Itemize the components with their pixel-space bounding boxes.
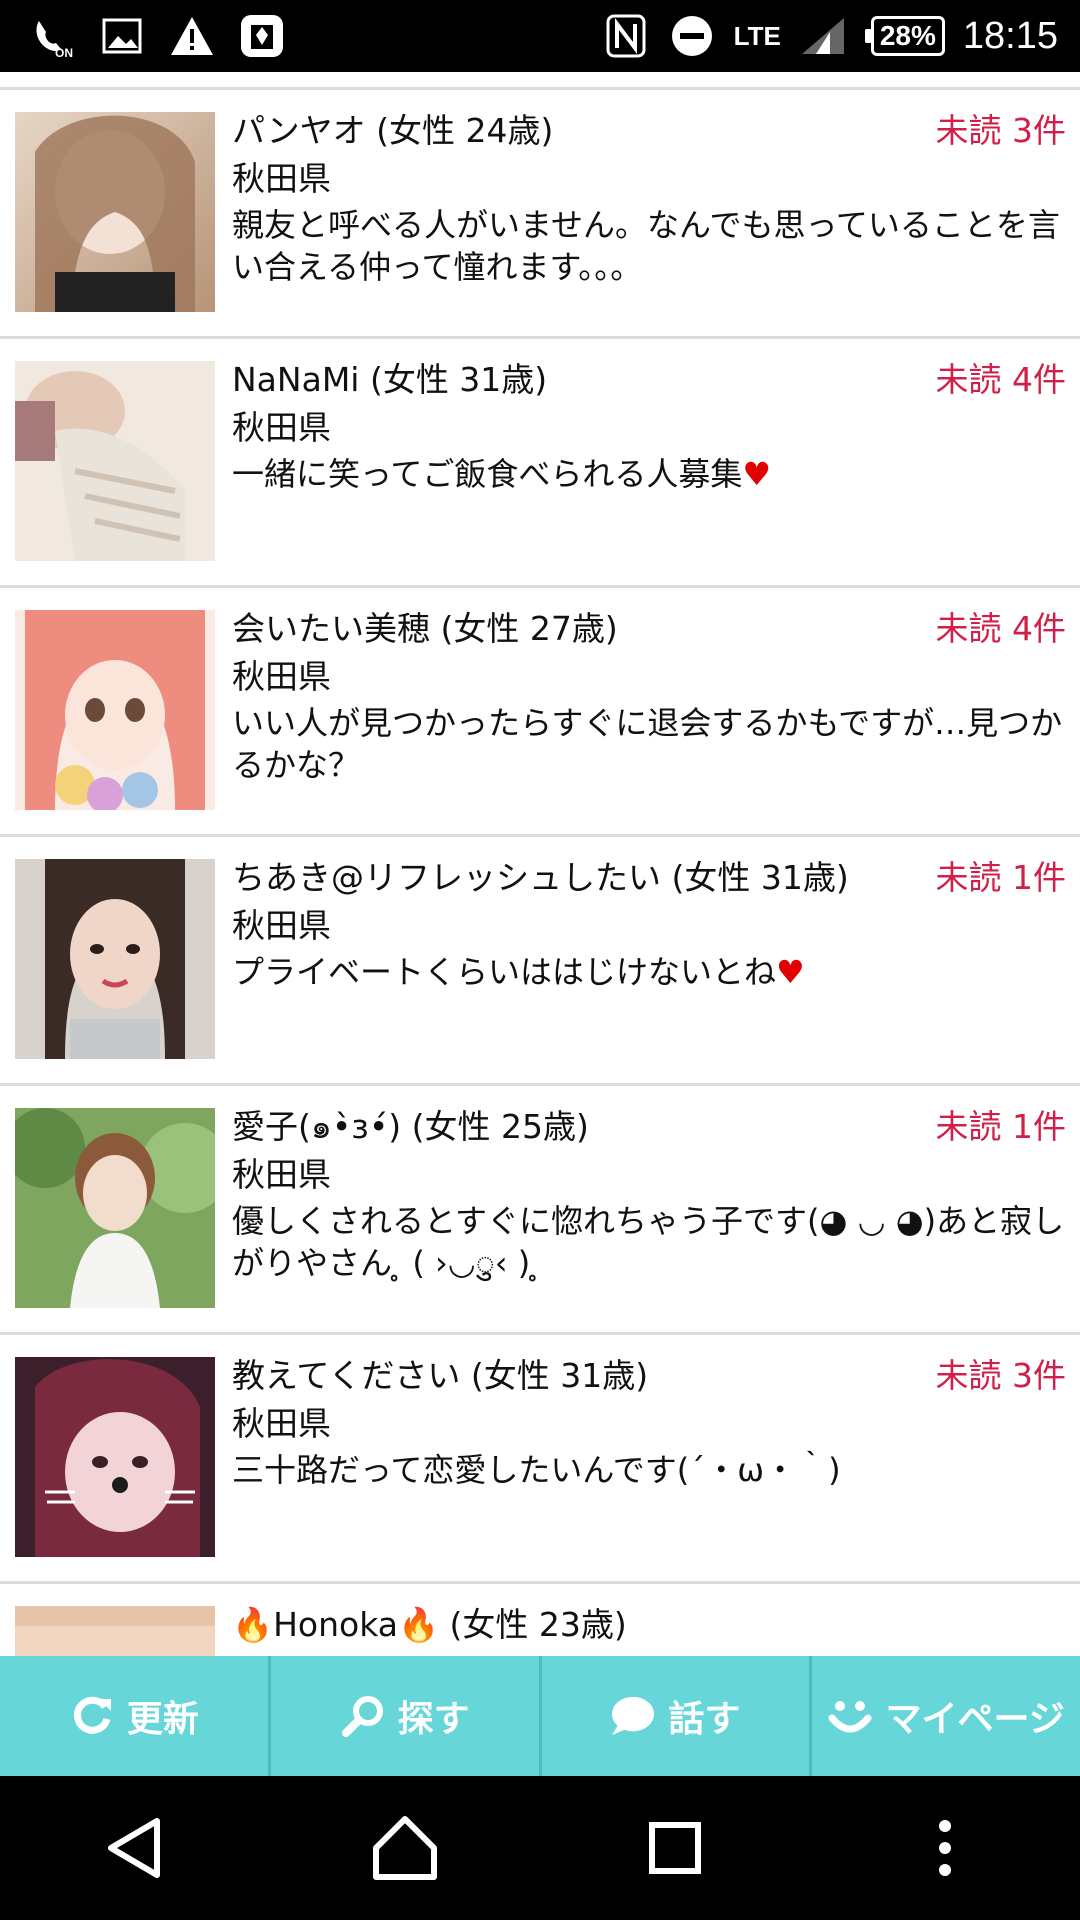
user-list[interactable]: パンヤオ (女性 24歳) 未読 3件 秋田県 親友と呼べる人がいません。なんで… [0, 72, 1080, 1656]
avatar[interactable] [15, 859, 215, 1059]
avatar[interactable] [15, 610, 215, 810]
item-header: 🔥Honoka🔥 (女性 23歳) [232, 1602, 1066, 1648]
unread-count: 未読 1件 [935, 858, 1067, 897]
system-nav-bar [0, 1776, 1080, 1920]
fire-icon: 🔥 [232, 1605, 274, 1644]
item-header: パンヤオ (女性 24歳) 未読 3件 [232, 108, 1066, 154]
search-icon [340, 1693, 386, 1739]
list-item[interactable]: NaNaMi (女性 31歳) 未読 4件 秋田県 一緒に笑ってご飯食べられる人… [0, 339, 1080, 588]
prefecture: 秋田県 [232, 657, 331, 696]
list-item[interactable]: ちあき@リフレッシュしたい (女性 31歳) 未読 1件 秋田県 プライベートく… [0, 837, 1080, 1086]
user-name: 教えてください (女性 31歳) [232, 1356, 649, 1395]
message-text: プライベートくらいははじけないとね [232, 953, 777, 991]
profile-message: プライベートくらいははじけないとね♥ [232, 951, 1066, 993]
avatar[interactable] [15, 1606, 215, 1656]
refresh-icon [69, 1693, 115, 1739]
signal-strength-icon [799, 12, 847, 60]
profile-message: 親友と呼べる人がいません。なんでも思っていることを言い合える仲って憧れます。。。 [232, 206, 1060, 286]
item-info: 会いたい美穂 (女性 27歳) 未読 4件 秋田県 いい人が見つかったらすぐに退… [232, 606, 1066, 786]
list-top-divider [0, 72, 1080, 90]
prefecture: 秋田県 [232, 408, 331, 447]
item-info: 🔥Honoka🔥 (女性 23歳) [232, 1602, 1066, 1648]
warning-icon [168, 12, 216, 60]
profile-message: 優しくされるとすぐに惚れちゃう子です(◕ ◡ ◕)あと寂しがりやさん ̥ ( ›… [232, 1202, 1065, 1282]
fire-icon: 🔥 [397, 1605, 440, 1644]
item-info: 愛子(๑•̀ɜ•́) (女性 25歳) 未読 1件 秋田県 優しくされるとすぐに… [232, 1104, 1066, 1284]
image-icon [98, 12, 146, 60]
tab-label: マイページ [885, 1699, 1065, 1740]
tab-label: 更新 [126, 1699, 199, 1740]
prefecture: 秋田県 [232, 159, 331, 198]
tab-label: 探す [397, 1699, 470, 1740]
user-name-text: Honoka [273, 1605, 398, 1644]
list-item[interactable]: パンヤオ (女性 24歳) 未読 3件 秋田県 親友と呼べる人がいません。なんで… [0, 90, 1080, 339]
back-icon[interactable] [90, 1803, 180, 1893]
tab-label: 話す [668, 1699, 741, 1740]
user-name: パンヤオ (女性 24歳) [232, 111, 554, 150]
list-item[interactable]: 🔥Honoka🔥 (女性 23歳) [0, 1584, 1080, 1656]
list-item[interactable]: 会いたい美穂 (女性 27歳) 未読 4件 秋田県 いい人が見つかったらすぐに退… [0, 588, 1080, 837]
app-notification-icon [238, 12, 286, 60]
avatar[interactable] [15, 361, 215, 561]
unread-count: 未読 4件 [935, 360, 1067, 399]
chat-bubble-icon [610, 1693, 656, 1739]
unread-count: 未読 4件 [935, 609, 1067, 648]
message-text: 一緒に笑ってご飯食べられる人募集 [232, 455, 743, 493]
do-not-disturb-icon [668, 12, 716, 60]
user-name: NaNaMi (女性 31歳) [232, 360, 548, 399]
heart-emoji: ♥ [776, 953, 805, 991]
unread-count: 未読 3件 [935, 1356, 1067, 1395]
tab-talk[interactable]: 話す [542, 1656, 813, 1776]
list-item[interactable]: 愛子(๑•̀ɜ•́) (女性 25歳) 未読 1件 秋田県 優しくされるとすぐに… [0, 1086, 1080, 1335]
user-name: 🔥Honoka🔥 (女性 23歳) [232, 1602, 627, 1648]
item-header: ちあき@リフレッシュしたい (女性 31歳) 未読 1件 [232, 855, 1066, 901]
user-name-details: (女性 23歳) [439, 1605, 627, 1644]
wifi-calling-icon: ON [28, 12, 76, 60]
avatar[interactable] [15, 1108, 215, 1308]
user-name: 愛子(๑•̀ɜ•́) (女性 25歳) [232, 1107, 589, 1146]
prefecture: 秋田県 [232, 906, 331, 945]
status-bar: ON LTE 28% 18:15 [0, 0, 1080, 72]
tab-search[interactable]: 探す [271, 1656, 542, 1776]
bottom-tab-bar: 更新 探す 話す マイページ [0, 1656, 1080, 1776]
tab-mypage[interactable]: マイページ [812, 1656, 1080, 1776]
unread-count: 未読 3件 [935, 111, 1067, 150]
clock: 18:15 [962, 14, 1058, 57]
list-item[interactable]: 教えてください (女性 31歳) 未読 3件 秋田県 三十路だって恋愛したいんで… [0, 1335, 1080, 1584]
profile-message: いい人が見つかったらすぐに退会するかもですが…見つかるかな？ [232, 704, 1063, 784]
item-header: 教えてください (女性 31歳) 未読 3件 [232, 1353, 1066, 1399]
battery-tip [864, 29, 871, 43]
avatar[interactable] [15, 112, 215, 312]
heart-emoji: ♥ [742, 455, 772, 493]
prefecture: 秋田県 [232, 1404, 331, 1443]
item-info: 教えてください (女性 31歳) 未読 3件 秋田県 三十路だって恋愛したいんで… [232, 1353, 1066, 1491]
network-type-label: LTE [733, 20, 781, 51]
battery-text: 28% [870, 16, 945, 56]
battery-indicator: 28% [864, 16, 945, 56]
unread-count: 未読 1件 [935, 1107, 1067, 1146]
prefecture: 秋田県 [232, 1155, 331, 1194]
tab-refresh[interactable]: 更新 [0, 1656, 271, 1776]
item-header: 愛子(๑•̀ɜ•́) (女性 25歳) 未読 1件 [232, 1104, 1066, 1150]
item-header: 会いたい美穂 (女性 27歳) 未読 4件 [232, 606, 1066, 652]
item-info: パンヤオ (女性 24歳) 未読 3件 秋田県 親友と呼べる人がいません。なんで… [232, 108, 1066, 288]
profile-message: 一緒に笑ってご飯食べられる人募集♥ [232, 453, 1066, 495]
item-header: NaNaMi (女性 31歳) 未読 4件 [232, 357, 1066, 403]
user-name: 会いたい美穂 (女性 27歳) [232, 609, 618, 648]
more-icon[interactable] [900, 1803, 990, 1893]
smile-icon [827, 1693, 873, 1739]
item-info: ちあき@リフレッシュしたい (女性 31歳) 未読 1件 秋田県 プライベートく… [232, 855, 1066, 993]
item-info: NaNaMi (女性 31歳) 未読 4件 秋田県 一緒に笑ってご飯食べられる人… [232, 357, 1066, 495]
avatar[interactable] [15, 1357, 215, 1557]
svg-text:ON: ON [55, 46, 73, 59]
home-icon[interactable] [360, 1803, 450, 1893]
recents-icon[interactable] [630, 1803, 720, 1893]
nfc-icon [602, 12, 650, 60]
profile-message: 三十路だって恋愛したいんです(´・ω・｀) [232, 1451, 841, 1489]
user-name: ちあき@リフレッシュしたい (女性 31歳) [232, 858, 849, 897]
